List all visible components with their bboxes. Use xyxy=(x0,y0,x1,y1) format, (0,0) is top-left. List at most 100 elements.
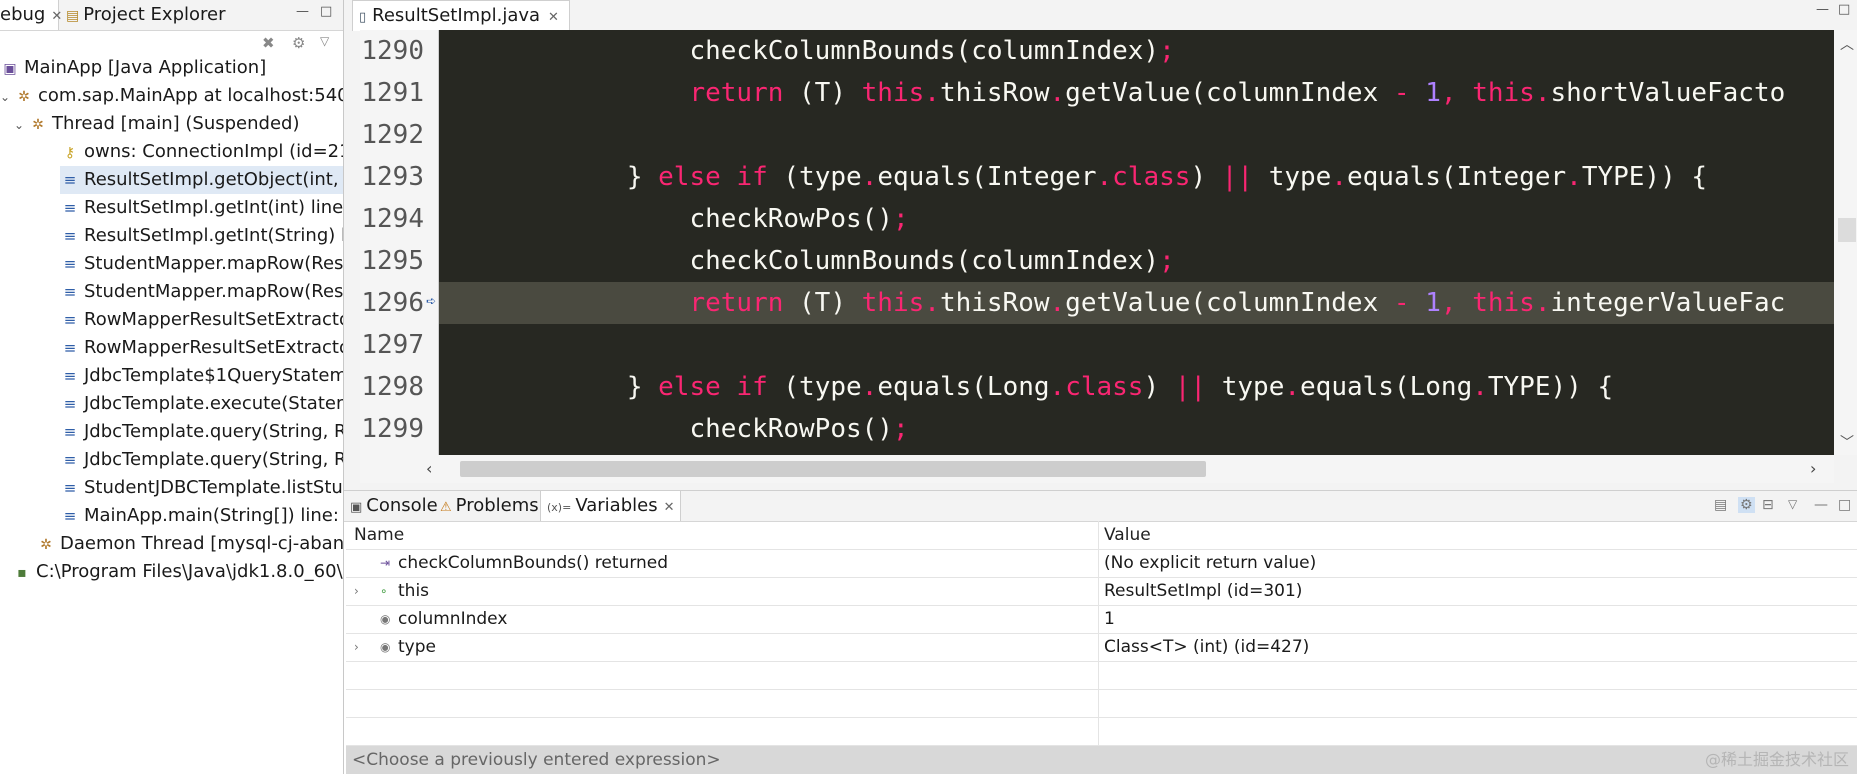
stack-frame-icon: ≡ xyxy=(63,311,77,329)
code-token: ; xyxy=(1159,36,1175,66)
code-editor: ▯ ResultSetImpl.java ✕ — □ 1290 1291 1292 … xyxy=(344,0,1857,490)
code-token: this xyxy=(861,288,925,318)
stack-frame[interactable]: ≡ JdbcTemplate.query(String, RowM xyxy=(60,446,343,474)
collapse-icon[interactable]: ⌄ xyxy=(14,111,28,139)
code-token: integerValueFac xyxy=(1550,288,1786,318)
scroll-down-icon[interactable]: ﹀ xyxy=(1840,432,1854,452)
tree-item-debug-target[interactable]: ⌄ ✲ com.sap.MainApp at localhost:54064 xyxy=(0,82,343,111)
show-logical-structure-icon[interactable]: ⚙ xyxy=(1738,497,1755,513)
close-icon[interactable]: ✕ xyxy=(664,500,675,515)
line-number: 1293 xyxy=(361,162,424,192)
tab-console[interactable]: ▣ Console xyxy=(350,491,438,521)
code-token: . xyxy=(861,162,878,192)
expression-input[interactable]: <Choose a previously entered expression> xyxy=(346,746,1857,774)
tree-item-monitor[interactable]: ⚷ owns: ConnectionImpl (id=217) xyxy=(60,138,344,166)
thread-icon: ✲ xyxy=(32,117,44,133)
tree-item-daemon-thread[interactable]: ✲ Daemon Thread [mysql-cj-abandon xyxy=(36,530,344,558)
view-menu-icon[interactable]: ▽ xyxy=(320,34,329,48)
stack-frame-icon: ≡ xyxy=(63,395,77,413)
tab-resultsetimpl-java[interactable]: ▯ ResultSetImpl.java ✕ xyxy=(352,0,570,31)
stack-frame-icon: ≡ xyxy=(63,479,77,497)
variable-row[interactable]: › ◉ type Class<T> (int) (id=427) xyxy=(346,633,1857,662)
tree-item-label: JdbcTemplate.execute(Statement xyxy=(84,393,343,414)
stack-frame[interactable]: ≡ StudentMapper.mapRow(ResultS xyxy=(60,250,343,278)
debug-target-icon: ✲ xyxy=(18,89,30,105)
column-header-label: Name xyxy=(354,525,405,545)
tree-item-launch[interactable]: ▣ MainApp [Java Application] xyxy=(0,54,343,82)
tab-variables[interactable]: (x)= Variables ✕ xyxy=(540,491,682,521)
stack-frame[interactable]: ≡ ResultSetImpl.getInt(String) line: xyxy=(60,222,343,250)
stack-frame[interactable]: ≡ RowMapperResultSetExtractor<T xyxy=(60,306,343,334)
tab-label: Console xyxy=(366,495,438,516)
scroll-right-icon[interactable]: › xyxy=(1810,459,1816,478)
expand-icon[interactable]: › xyxy=(354,633,359,661)
maximize-icon[interactable]: □ xyxy=(1838,2,1850,17)
code-token: ) xyxy=(1143,372,1160,402)
minimize-icon[interactable]: — xyxy=(296,4,309,19)
stack-frame[interactable]: ≡ JdbcTemplate$1QueryStatement xyxy=(60,362,343,390)
line-number: 1290 xyxy=(361,36,424,66)
stack-frame[interactable]: ≡ ResultSetImpl.getInt(int) line: 797 xyxy=(60,194,343,222)
tree-item-thread-main[interactable]: ⌄ ✲ Thread [main] (Suspended) xyxy=(14,110,343,139)
show-type-names-icon[interactable]: ▤ xyxy=(1714,497,1727,513)
local-variable-icon: ◉ xyxy=(380,612,391,626)
code-token: . xyxy=(1049,372,1066,402)
code-token: TYPE)) { xyxy=(1487,372,1614,402)
line-number-gutter: 1290 1291 1292 1293 1294 1295 1296 1297 … xyxy=(360,30,439,455)
stack-frame-icon: ≡ xyxy=(63,283,77,301)
return-value-icon: ⇥ xyxy=(380,556,391,570)
minimize-icon[interactable]: — xyxy=(1814,497,1828,513)
variable-row[interactable]: ◉ columnIndex 1 xyxy=(346,605,1857,634)
empty-row xyxy=(346,689,1857,718)
code-line: checkColumnBounds(columnIndex); xyxy=(439,240,1834,282)
tree-item-label: Daemon Thread [mysql-cj-abandon xyxy=(60,533,344,554)
tree-item-label: ResultSetImpl.getInt(String) line: xyxy=(84,225,343,246)
debug-view: ebug ✕ ▤ Project Explorer — □ ✖ ⚙ ▽ ▣ MainA… xyxy=(0,0,344,774)
code-line: checkRowPos(); xyxy=(439,408,1834,450)
scrollbar-thumb[interactable] xyxy=(460,461,1206,477)
variable-row[interactable]: ⇥ checkColumnBounds() returned (No expli… xyxy=(346,549,1857,578)
stack-frame[interactable]: ≡ StudentMapper.mapRow(ResultS xyxy=(60,278,343,306)
code-token: . xyxy=(1472,372,1488,402)
current-instruction-line: return (T) this.thisRow.getValue(columnI… xyxy=(439,282,1834,324)
stack-frame[interactable]: ≡ RowMapperResultSetExtractor<T xyxy=(60,334,343,362)
stack-frame-selected[interactable]: ≡ ResultSetImpl.getObject(int, Class xyxy=(60,166,343,194)
column-header-label: Value xyxy=(1104,525,1151,545)
code-token: . xyxy=(1534,288,1551,318)
column-header-name[interactable]: Name xyxy=(346,521,1099,549)
tab-problems[interactable]: ⚠ Problems xyxy=(440,491,539,521)
scrollbar-thumb[interactable] xyxy=(1838,218,1856,242)
stack-frame[interactable]: ≡ StudentJDBCTemplate.listStudent xyxy=(60,474,343,502)
close-icon[interactable]: ✕ xyxy=(548,10,559,25)
stack-frame[interactable]: ≡ MainApp.main(String[]) line: 21 xyxy=(60,502,343,530)
expand-icon[interactable]: › xyxy=(354,577,359,605)
collapse-all-icon[interactable]: ⊟ xyxy=(1762,497,1774,513)
variable-row[interactable]: › ∘ this ResultSetImpl (id=301) xyxy=(346,577,1857,606)
debug-options-icon[interactable]: ⚙ xyxy=(292,34,305,52)
expand-icon[interactable]: ⌄ xyxy=(0,83,14,111)
scroll-up-icon[interactable]: ︿ xyxy=(1840,34,1854,54)
minimize-icon[interactable]: — xyxy=(1816,2,1829,17)
line-number: 1294 xyxy=(361,204,424,234)
maximize-icon[interactable]: □ xyxy=(1838,497,1851,513)
horizontal-scrollbar[interactable]: ‹ › xyxy=(360,455,1834,483)
left-tabbar: ebug ✕ ▤ Project Explorer — □ xyxy=(0,0,343,31)
view-menu-icon[interactable]: ▽ xyxy=(1788,497,1797,511)
close-icon[interactable]: ✕ xyxy=(51,9,62,24)
tab-debug[interactable]: ebug ✕ xyxy=(0,0,62,30)
tree-item-jvm-process[interactable]: ▪ C:\Program Files\Java\jdk1.8.0_60\bin\ xyxy=(12,558,343,586)
maximize-icon[interactable]: □ xyxy=(320,4,332,19)
stack-frame[interactable]: ≡ JdbcTemplate.query(String, Resul xyxy=(60,418,343,446)
tree-item-label: owns: ConnectionImpl (id=217) xyxy=(84,141,344,162)
vertical-scrollbar[interactable]: ︿ ﹀ xyxy=(1834,30,1857,455)
remove-terminated-icon[interactable]: ✖ xyxy=(262,34,275,52)
scroll-left-icon[interactable]: ‹ xyxy=(426,459,432,478)
console-icon: ▣ xyxy=(350,500,363,515)
code-area[interactable]: 1290 1291 1292 1293 1294 1295 1296 1297 … xyxy=(360,30,1834,455)
stack-frame[interactable]: ≡ JdbcTemplate.execute(Statement xyxy=(60,390,343,418)
tab-debug-label: ebug xyxy=(0,4,46,25)
tree-item-label: RowMapperResultSetExtractor<T xyxy=(84,309,343,330)
tab-project-explorer[interactable]: ▤ Project Explorer xyxy=(66,0,226,30)
column-header-value[interactable]: Value xyxy=(1104,521,1151,549)
variable-name: checkColumnBounds() returned xyxy=(398,553,669,573)
